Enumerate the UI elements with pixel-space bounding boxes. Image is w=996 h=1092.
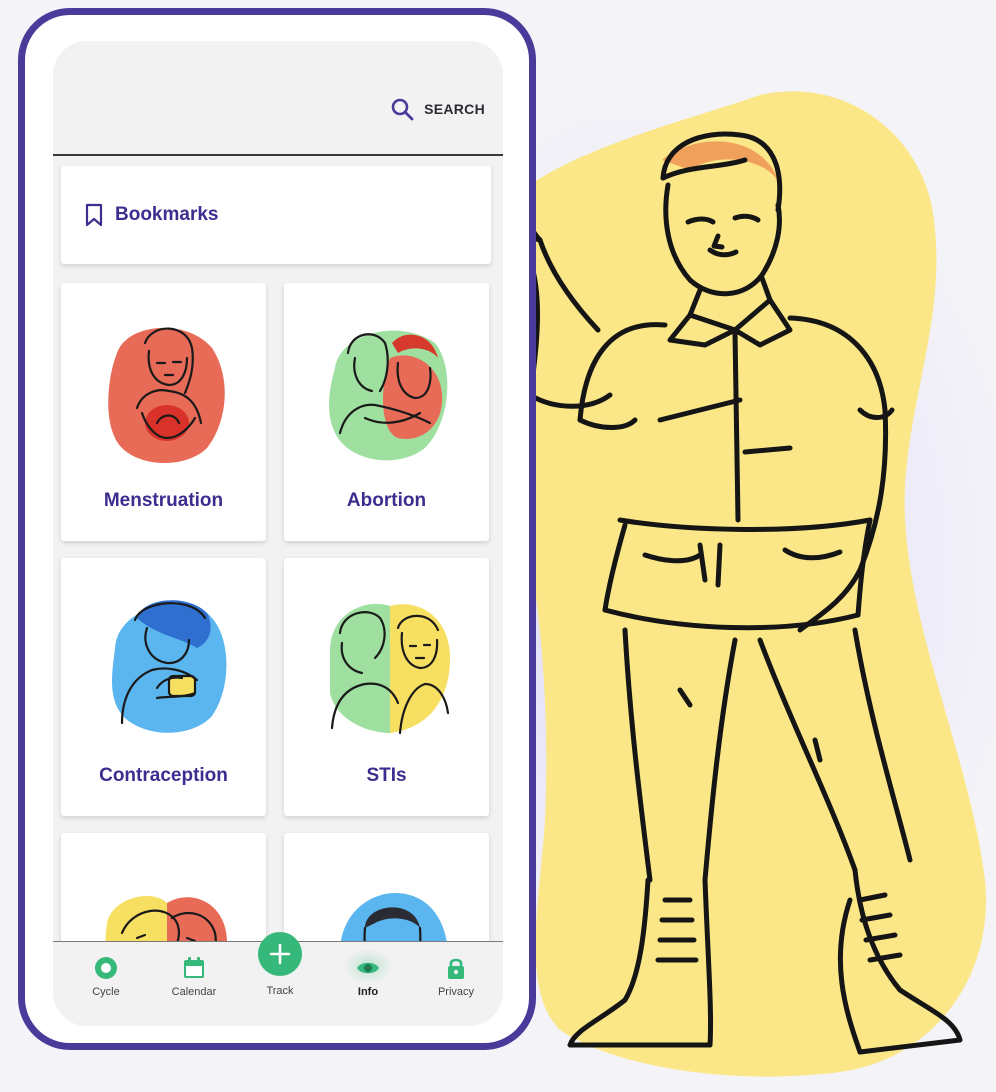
calendar-icon bbox=[184, 957, 204, 978]
topic-5-illustration bbox=[105, 895, 227, 943]
phone-frame: SEARCH Bookmarks Menstruation Abortion C… bbox=[18, 8, 536, 1050]
topic-label-abortion: Abortion bbox=[346, 490, 427, 511]
topic-card-6[interactable] bbox=[284, 833, 489, 943]
cycle-icon bbox=[95, 957, 117, 979]
search-label: SEARCH bbox=[424, 101, 485, 117]
stis-illustration bbox=[330, 603, 450, 735]
topic-card-contraception[interactable]: Contraception bbox=[61, 558, 266, 816]
eye-icon bbox=[357, 962, 379, 974]
nav-label-privacy: Privacy bbox=[437, 986, 475, 998]
nav-label-info: Info bbox=[357, 986, 379, 998]
nav-label-track: Track bbox=[266, 985, 294, 997]
nav-item-info[interactable]: Info bbox=[328, 942, 408, 1026]
topic-label-menstruation: Menstruation bbox=[103, 490, 224, 511]
nav-label-cycle: Cycle bbox=[92, 986, 120, 998]
bottom-navigation: Cycle Calendar Track Info Privacy bbox=[53, 932, 503, 1026]
track-button[interactable] bbox=[258, 932, 302, 976]
topic-label-contraception: Contraception bbox=[99, 765, 228, 786]
topic-label-stis: STIs bbox=[366, 765, 407, 786]
top-bar: SEARCH bbox=[53, 41, 503, 156]
topic-card-stis[interactable]: STIs bbox=[284, 558, 489, 816]
nav-item-calendar[interactable]: Calendar bbox=[154, 942, 234, 1026]
topic-6-illustration bbox=[340, 893, 448, 943]
waving-person-illustration bbox=[496, 91, 987, 1077]
topic-card-abortion[interactable]: Abortion bbox=[284, 283, 489, 541]
abortion-illustration bbox=[329, 330, 448, 461]
nav-item-privacy[interactable]: Privacy bbox=[416, 942, 496, 1026]
bookmark-icon bbox=[85, 203, 103, 227]
lock-icon bbox=[448, 958, 464, 979]
topic-card-menstruation[interactable]: Menstruation bbox=[61, 283, 266, 541]
bookmarks-card[interactable]: Bookmarks bbox=[61, 166, 491, 264]
bookmarks-label: Bookmarks bbox=[115, 204, 219, 225]
topic-list: Bookmarks Menstruation Abortion Contrace… bbox=[53, 158, 503, 943]
nav-item-cycle[interactable]: Cycle bbox=[66, 942, 146, 1026]
contraception-illustration bbox=[112, 600, 227, 733]
menstruation-illustration bbox=[108, 327, 225, 463]
search-icon bbox=[391, 98, 414, 121]
plus-icon bbox=[269, 943, 291, 965]
nav-label-calendar: Calendar bbox=[171, 986, 217, 998]
topic-card-5[interactable] bbox=[61, 833, 266, 943]
search-button[interactable]: SEARCH bbox=[390, 95, 485, 123]
app-screen: SEARCH Bookmarks Menstruation Abortion C… bbox=[53, 41, 503, 1026]
